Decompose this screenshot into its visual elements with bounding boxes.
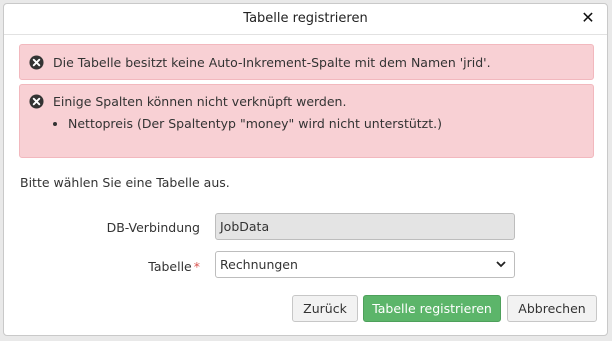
register-table-dialog: Tabelle registrieren ✕ Die Tabelle besit… xyxy=(3,3,608,336)
table-label-text: Tabelle xyxy=(148,259,192,274)
error-circle-icon xyxy=(29,94,44,109)
list-item: Nettopreis (Der Spaltentyp "money" wird … xyxy=(68,116,442,131)
error-circle-icon xyxy=(29,55,44,70)
table-select[interactable]: Rechnungen xyxy=(215,251,515,278)
db-connection-label: DB-Verbindung xyxy=(106,220,200,235)
alert-message: Einige Spalten können nicht verknüpft we… xyxy=(53,94,347,109)
table-label: Tabelle * xyxy=(148,259,200,274)
alert-details-list: Nettopreis (Der Spaltentyp "money" wird … xyxy=(50,116,442,131)
db-connection-field: JobData xyxy=(215,213,515,240)
required-marker: * xyxy=(193,259,200,274)
table-select-value: Rechnungen xyxy=(220,257,298,272)
close-icon[interactable]: ✕ xyxy=(579,9,597,27)
back-button[interactable]: Zurück xyxy=(292,295,358,322)
instruction-text: Bitte wählen Sie eine Tabelle aus. xyxy=(20,175,230,190)
error-alert-auto-increment: Die Tabelle besitzt keine Auto-Inkrement… xyxy=(19,44,594,80)
dialog-titlebar: Tabelle registrieren ✕ xyxy=(4,4,607,35)
cancel-button[interactable]: Abbrechen xyxy=(507,295,597,322)
chevron-down-icon xyxy=(496,261,506,268)
error-alert-columns: Einige Spalten können nicht verknüpft we… xyxy=(19,84,594,158)
register-table-button[interactable]: Tabelle registrieren xyxy=(363,295,501,322)
dialog-title: Tabelle registrieren xyxy=(243,11,368,26)
alert-message: Die Tabelle besitzt keine Auto-Inkrement… xyxy=(53,55,491,70)
